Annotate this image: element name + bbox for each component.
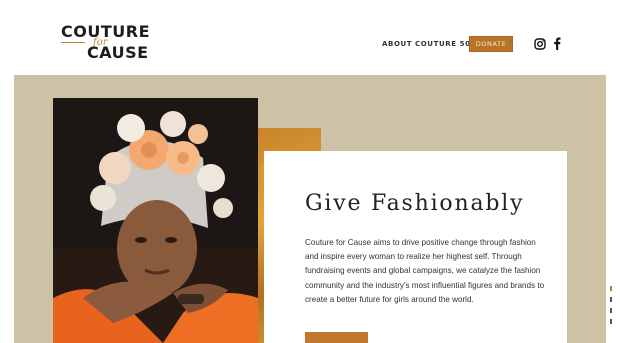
- slide-dot[interactable]: [610, 308, 612, 313]
- nav-couture-50-link[interactable]: COUTURE 50: [415, 40, 471, 48]
- slide-dot[interactable]: [610, 286, 612, 291]
- mission-card: Give Fashionably Couture for Cause aims …: [264, 151, 567, 343]
- logo-word-cause: CAUSE: [87, 43, 149, 62]
- nav-about-link[interactable]: ABOUT: [382, 40, 412, 48]
- slide-indicator[interactable]: [610, 286, 613, 334]
- site-header: COUTURE for CAUSE ABOUT COUTURE 50 DONAT…: [0, 0, 620, 75]
- logo-rule: [61, 42, 85, 43]
- mission-text: Couture for Cause aims to drive positive…: [305, 238, 545, 304]
- learn-more-button[interactable]: [305, 332, 368, 343]
- instagram-icon[interactable]: [534, 37, 546, 50]
- donate-button[interactable]: DONATE: [469, 36, 513, 52]
- slide-dot[interactable]: [610, 319, 612, 324]
- hero-photo: [53, 98, 258, 343]
- slide-dot[interactable]: [610, 297, 612, 302]
- page-title: Give Fashionably: [305, 191, 525, 216]
- couture-for-cause-logo[interactable]: COUTURE for CAUSE: [61, 24, 157, 64]
- facebook-icon[interactable]: [553, 37, 561, 50]
